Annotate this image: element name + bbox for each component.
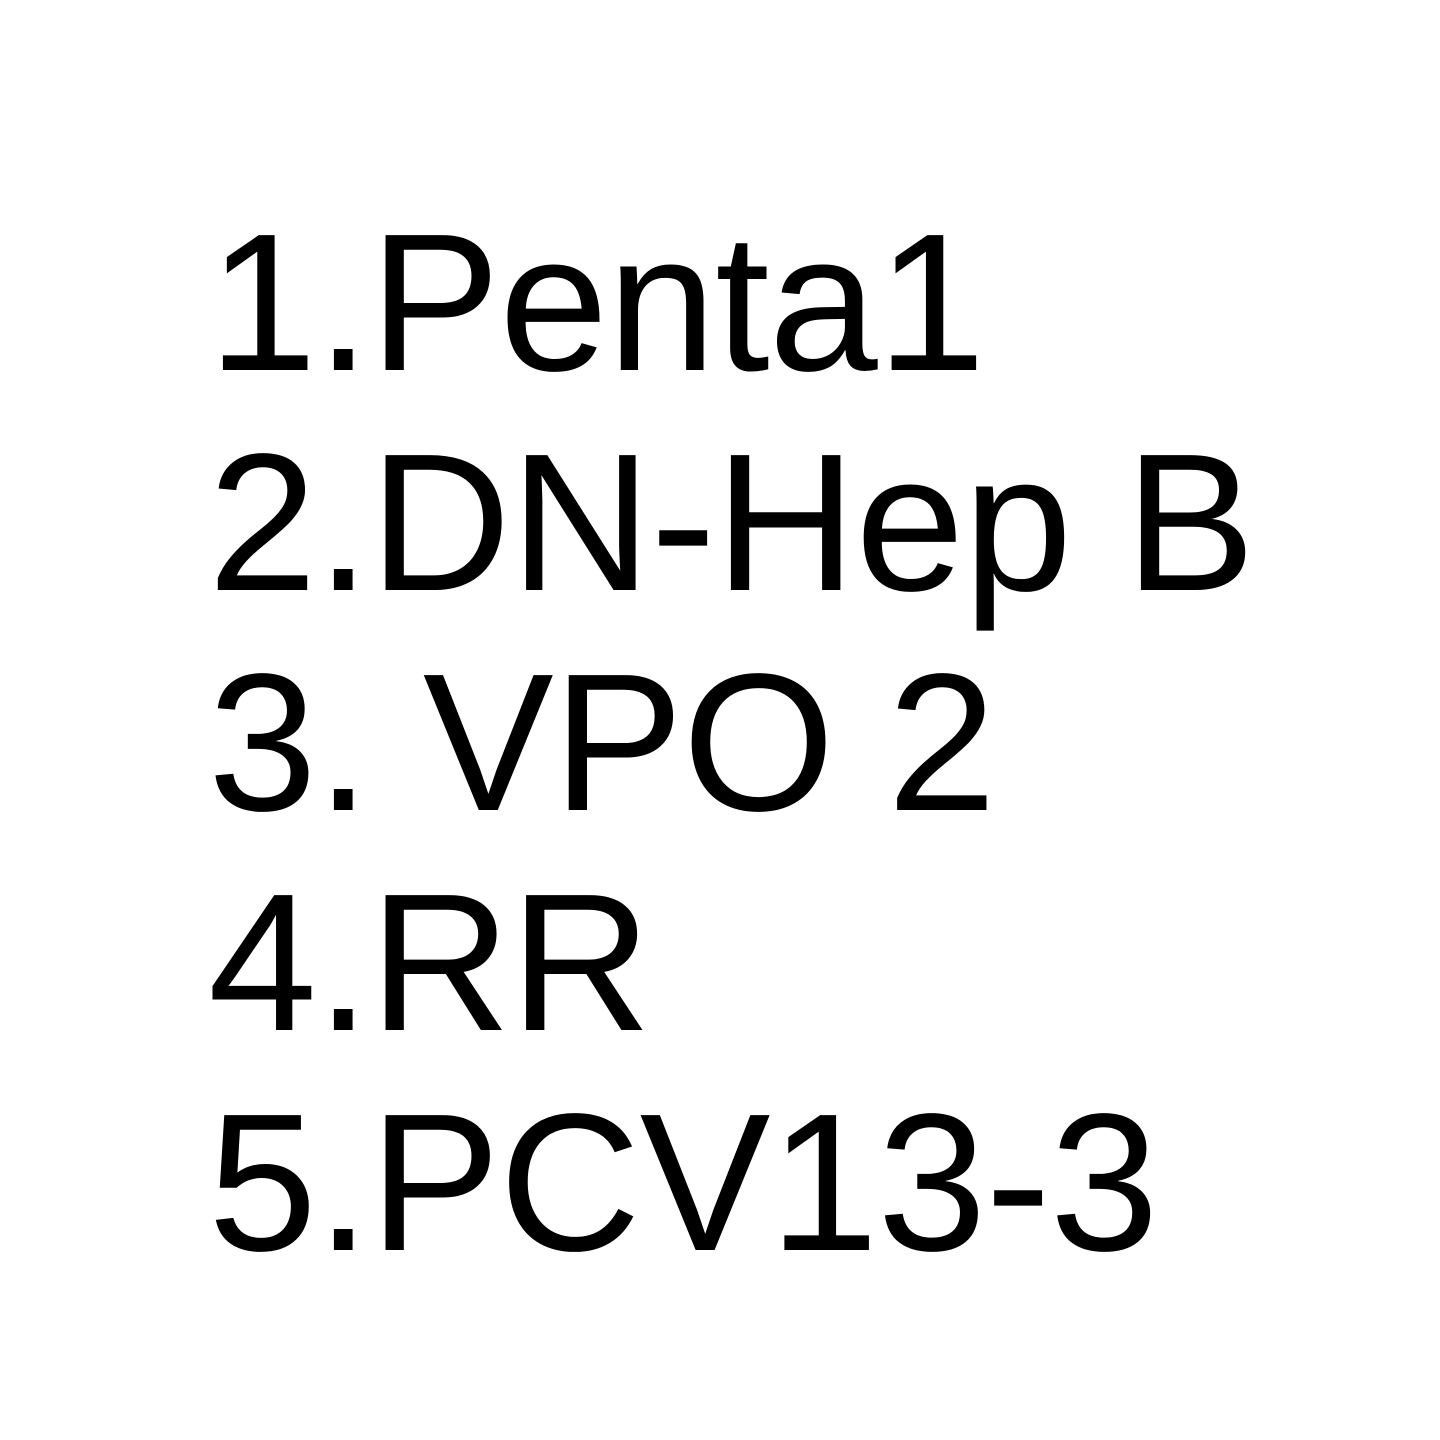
list-item: 1.Penta1 — [208, 193, 986, 412]
vaccine-list: 1.Penta1 2.DN-Hep B 3. VPO 2 4.RR 5.PCV1… — [208, 193, 1256, 1293]
list-item: 3. VPO 2 — [208, 633, 996, 852]
list-item: 5.PCV13-3 — [208, 1073, 1159, 1292]
list-item: 4.RR — [208, 853, 652, 1072]
list-item: 2.DN-Hep B — [208, 413, 1256, 632]
